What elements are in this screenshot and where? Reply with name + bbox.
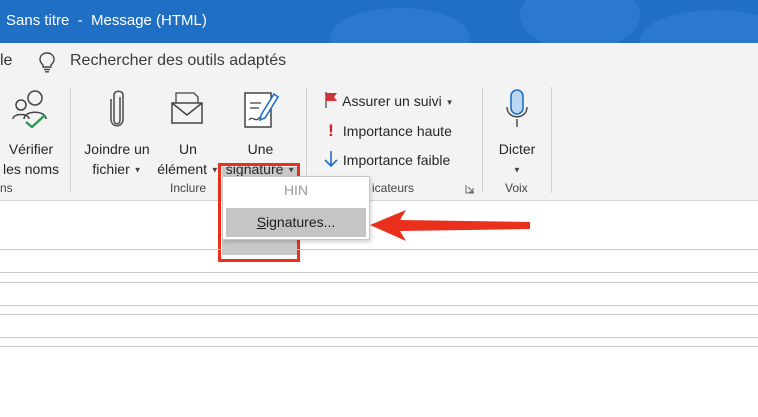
signatures-accelerator: S [256, 214, 267, 230]
message-field-divider [0, 337, 758, 338]
down-arrow-icon [324, 151, 338, 168]
check-names-button[interactable]: Vérifier les noms [0, 89, 62, 177]
include-group-label: Inclure [170, 181, 207, 195]
attach-item-button[interactable]: Un élément ▼ [156, 89, 220, 177]
window-title: Sans titre - Message (HTML) [6, 12, 207, 29]
annotation-arrow-icon [370, 210, 530, 241]
lightbulb-icon [39, 52, 55, 73]
signatures-menu-item-label: ignatures... [266, 214, 336, 230]
dropdown-caret-icon: ▼ [513, 165, 521, 175]
follow-up-button[interactable]: Assurer un suivi ▼ [323, 91, 454, 109]
dialog-launcher-icon[interactable] [465, 184, 475, 194]
attach-item-label-line2: élément [157, 161, 207, 177]
tell-me-bar: le Rechercher des outils adaptés [0, 43, 758, 81]
message-field-divider [0, 282, 758, 283]
attach-file-label-line1: Joindre un [84, 141, 150, 157]
title-bar: Sans titre - Message (HTML) [0, 0, 758, 43]
message-field-divider [0, 305, 758, 306]
group-separator [70, 87, 71, 193]
dictate-label: Dicter [498, 141, 536, 157]
names-group-label: ns [0, 181, 13, 195]
importance-high-label: Importance haute [342, 123, 452, 139]
attach-file-button[interactable]: Joindre un fichier ▼ [78, 89, 156, 177]
dropdown-caret-icon: ▼ [133, 165, 142, 175]
ribbon: Vérifier les noms ns Joindre un fichier … [0, 81, 758, 262]
tell-me-search-input[interactable]: Rechercher des outils adaptés [70, 52, 286, 70]
ribbon-tab-partial[interactable]: le [0, 52, 12, 70]
paperclip-icon [110, 90, 124, 127]
signature-menu-item-hin[interactable]: HIN [223, 182, 369, 198]
signature-pen-icon [244, 92, 279, 128]
attach-item-label-line1: Un [179, 141, 197, 157]
attach-file-label-line2: fichier [92, 161, 130, 177]
message-field-divider [0, 314, 758, 315]
check-names-icon [12, 90, 47, 129]
importance-high-button[interactable]: ! Importance haute [323, 121, 452, 141]
title-bar-decoration [640, 10, 758, 43]
importance-low-button[interactable]: Importance faible [323, 150, 450, 168]
tags-group-label: icateurs [372, 181, 415, 195]
title-bar-decoration [330, 8, 470, 43]
dropdown-caret-icon: ▼ [445, 97, 454, 107]
message-field-divider [0, 346, 758, 347]
check-names-label-line2: les noms [2, 161, 60, 177]
microphone-icon [506, 89, 528, 127]
importance-low-label: Importance faible [342, 152, 451, 168]
group-separator [551, 87, 552, 193]
dictate-button[interactable]: Dicter ▼ [490, 89, 544, 175]
signatures-menu-item[interactable]: Signatures... [226, 208, 366, 237]
exclamation-icon: ! [328, 121, 334, 140]
voice-group-label: Voix [505, 181, 528, 195]
envelope-icon [171, 92, 203, 124]
follow-up-label: Assurer un suivi [342, 93, 442, 109]
message-field-divider [0, 272, 758, 273]
title-bar-decoration [520, 0, 640, 43]
group-separator [482, 87, 483, 193]
message-field-divider [0, 249, 758, 250]
signature-dropdown-menu: HIN Signatures... [222, 176, 370, 240]
check-names-label-line1: Vérifier [8, 141, 54, 157]
signature-label-line1: Une [247, 141, 274, 157]
flag-icon [325, 92, 337, 108]
